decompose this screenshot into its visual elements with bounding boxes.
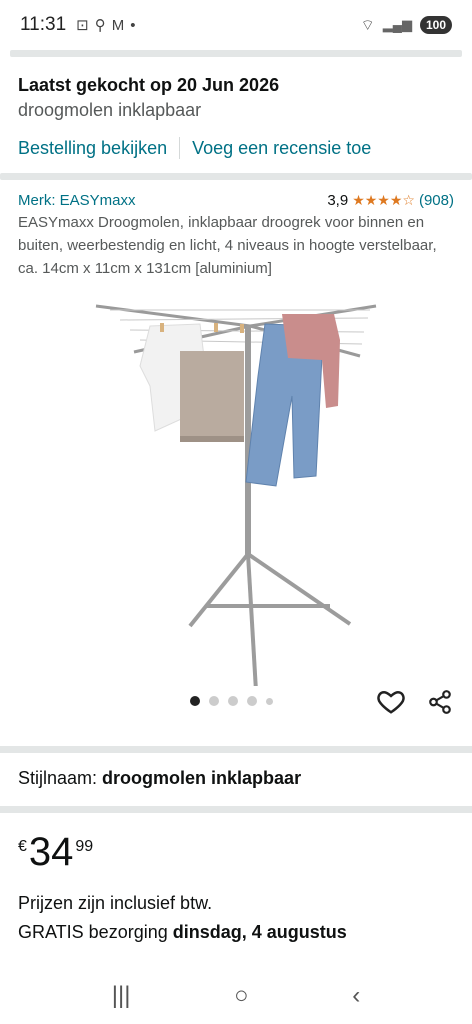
- order-card: Laatst gekocht op 20 Jun 2026 droogmolen…: [0, 57, 472, 173]
- screenshot-icon: ⊡: [76, 17, 89, 34]
- divider: [0, 746, 472, 753]
- share-icon[interactable]: [427, 688, 453, 716]
- divider: [10, 50, 462, 57]
- home-icon[interactable]: ○: [234, 982, 249, 1010]
- star-rating-icon: ★★★★☆: [352, 192, 415, 208]
- link-divider: [179, 137, 181, 159]
- add-review-link[interactable]: Voeg een recensie toe: [192, 138, 371, 159]
- wifi-icon: ⌔: [360, 16, 375, 34]
- system-nav-bar: ||| ○ ‹: [0, 968, 472, 1024]
- recents-icon[interactable]: |||: [112, 982, 131, 1010]
- back-icon[interactable]: ‹: [352, 982, 360, 1010]
- style-value: droogmolen inklapbaar: [102, 768, 302, 788]
- signal-icon: ▂▄▆: [382, 17, 412, 32]
- image-carousel-dots[interactable]: [190, 696, 273, 706]
- price-currency: €: [18, 838, 27, 855]
- divider: [0, 806, 472, 813]
- review-count[interactable]: (908): [419, 192, 454, 209]
- price-whole: 34: [28, 830, 74, 874]
- vat-note: Prijzen zijn inclusief btw.: [18, 893, 213, 913]
- carousel-dot-3[interactable]: [228, 696, 238, 706]
- drying-rack-illustration: [95, 304, 377, 686]
- divider: [0, 173, 472, 180]
- product-section: Merk: EASYmaxx 3,9 ★★★★☆ (908) EASYmaxx …: [0, 180, 472, 280]
- heart-icon[interactable]: [376, 686, 406, 716]
- brand-link[interactable]: Merk: EASYmaxx: [18, 192, 136, 209]
- carousel-dot-4[interactable]: [247, 696, 257, 706]
- gmail-icon: M: [111, 16, 125, 34]
- dot-icon: •: [130, 16, 136, 34]
- style-name-row: Stijlnaam: droogmolen inklapbaar: [18, 768, 301, 789]
- delivery-prefix: GRATIS bezorging: [18, 922, 168, 942]
- order-subtitle: droogmolen inklapbaar: [18, 100, 202, 120]
- truncated-line: [18, 958, 458, 966]
- delivery-info: GRATIS bezorging dinsdag, 4 augustus: [18, 922, 347, 943]
- status-time: 11:31: [20, 14, 67, 35]
- walk-icon: ⚲: [94, 17, 106, 34]
- price-fraction: 99: [75, 838, 94, 855]
- product-image[interactable]: [0, 296, 472, 686]
- price: € 34 99: [18, 832, 93, 872]
- status-bar: 11:31 ⊡ ⚲ M • ⌔ ▂▄▆ 100: [0, 0, 472, 50]
- rating-value: 3,9: [327, 192, 349, 209]
- view-order-link[interactable]: Bestelling bekijken: [18, 138, 167, 159]
- style-label: Stijlnaam:: [18, 768, 98, 788]
- rating-widget[interactable]: 3,9 ★★★★☆ (908): [327, 192, 454, 209]
- carousel-dot-1[interactable]: [190, 696, 200, 706]
- delivery-date: dinsdag, 4 augustus: [172, 922, 347, 942]
- carousel-dot-2[interactable]: [209, 696, 219, 706]
- carousel-dot-5[interactable]: [266, 697, 273, 705]
- battery-icon: 100: [419, 16, 452, 34]
- product-title: EASYmaxx Droogmolen, inklapbaar droogrek…: [18, 214, 437, 277]
- order-title: Laatst gekocht op 20 Jun 2026: [18, 75, 280, 95]
